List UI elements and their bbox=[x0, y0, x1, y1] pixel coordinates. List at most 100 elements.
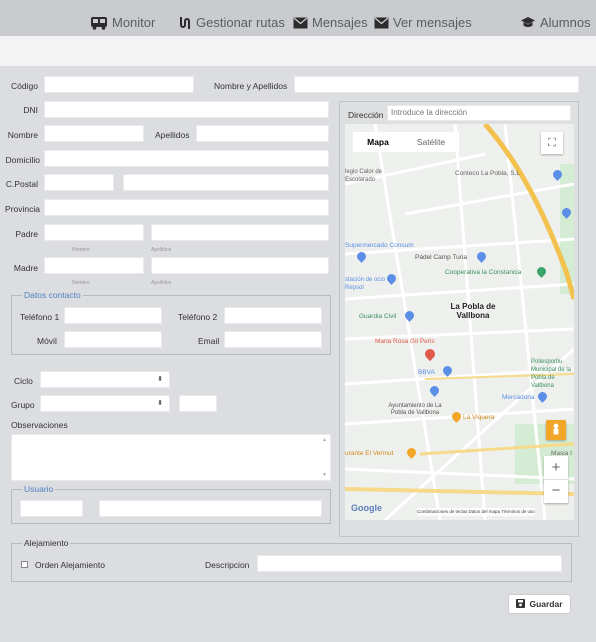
header-band bbox=[0, 36, 596, 66]
provincia-input[interactable] bbox=[44, 199, 329, 216]
place-urante: urante El Vermut bbox=[345, 450, 394, 457]
usuario-login-input[interactable] bbox=[20, 500, 83, 517]
telefono2-label: Teléfono 2 bbox=[178, 312, 218, 322]
domicilio-input[interactable] bbox=[44, 150, 329, 167]
orden-alejamiento-checkbox[interactable] bbox=[21, 561, 28, 568]
direccion-input[interactable]: Introduce la dirección bbox=[387, 105, 571, 121]
madre-nombre-input[interactable] bbox=[44, 257, 144, 274]
scroll-down-icon: ▼ bbox=[322, 472, 327, 478]
cpostal-label: C.Postal bbox=[5, 179, 38, 189]
nombre-apellidos-label: Nombre y Apellidos bbox=[214, 81, 288, 91]
cpostal-input[interactable] bbox=[44, 174, 114, 191]
ciclo-select[interactable]: ⬍ bbox=[40, 371, 170, 388]
fullscreen-icon[interactable]: ⛶ bbox=[541, 132, 563, 154]
place-padel: Pádel Camp Turia bbox=[415, 254, 468, 261]
nav-ver-mensajes-label: Ver mensajes bbox=[393, 15, 472, 30]
select-arrow-icon: ⬍ bbox=[157, 400, 163, 407]
map-tab-satelite[interactable]: Satélite bbox=[403, 132, 459, 152]
dni-input[interactable] bbox=[44, 101, 329, 118]
madre-apellidos-hint: Apellidos bbox=[151, 280, 172, 286]
codigo-label: Código bbox=[11, 81, 38, 91]
envelope-open-icon bbox=[374, 17, 389, 29]
observaciones-textarea[interactable]: ▲ ▼ bbox=[11, 434, 331, 481]
map-tab-mapa[interactable]: Mapa bbox=[353, 132, 403, 152]
nav-mensajes[interactable]: Mensajes bbox=[293, 15, 368, 30]
observaciones-label: Observaciones bbox=[11, 420, 68, 430]
place-guardia: Guardia Civil bbox=[359, 313, 397, 320]
select-arrow-icon: ⬍ bbox=[157, 376, 163, 383]
place-ayuntamiento: Ayuntamiento de La Pobla de Vallbona bbox=[388, 403, 442, 416]
movil-input[interactable] bbox=[64, 331, 162, 348]
nav-ver-mensajes[interactable]: Ver mensajes bbox=[374, 15, 472, 30]
padre-apellidos-input[interactable] bbox=[151, 224, 329, 241]
grupo-select[interactable]: ⬍ bbox=[40, 395, 170, 412]
orden-alejamiento-label: Orden Alejamiento bbox=[35, 560, 105, 570]
email-input[interactable] bbox=[224, 331, 322, 348]
top-navbar: Monitor Gestionar rutas Mensajes Ver men… bbox=[0, 0, 596, 36]
envelope-icon bbox=[293, 17, 308, 29]
provincia-label: Provincia bbox=[5, 204, 40, 214]
place-bbva: BBVA bbox=[418, 369, 435, 376]
scroll-up-icon: ▲ bbox=[322, 437, 327, 443]
place-maria-rosa: Maria Rosa Gil Peris bbox=[375, 338, 435, 345]
map-footer-links[interactable]: Combinaciones de teclas Datos del mapa T… bbox=[417, 508, 535, 516]
place-polideportivo: Poliesportiu Municipal de la Pobla de Va… bbox=[531, 359, 572, 389]
zoom-controls: + − bbox=[544, 456, 568, 503]
nav-mensajes-label: Mensajes bbox=[312, 15, 368, 30]
place-supermercado: Supermercado Consum bbox=[345, 242, 414, 249]
direccion-label: Dirección bbox=[348, 110, 384, 120]
padre-label: Padre bbox=[15, 229, 38, 239]
email-label: Email bbox=[198, 336, 220, 346]
zoom-out-icon[interactable]: − bbox=[544, 479, 568, 502]
nav-alumnos[interactable]: Alumnos bbox=[520, 15, 591, 30]
guardar-button[interactable]: Guardar bbox=[508, 594, 571, 614]
zoom-in-icon[interactable]: + bbox=[544, 456, 568, 479]
apellidos-label: Apellidos bbox=[155, 130, 190, 140]
nombre-label: Nombre bbox=[7, 130, 38, 140]
domicilio-label: Domicilio bbox=[5, 155, 40, 165]
datos-contacto-legend: Datos contacto bbox=[22, 290, 83, 300]
telefono2-input[interactable] bbox=[224, 307, 322, 324]
guardar-label: Guardar bbox=[529, 599, 563, 609]
descripcion-label: Descripcion bbox=[205, 560, 250, 570]
google-logo: Google bbox=[351, 503, 382, 513]
madre-nombre-hint: Nombre bbox=[72, 280, 90, 286]
codigo-input[interactable] bbox=[44, 76, 194, 93]
telefono1-label: Teléfono 1 bbox=[20, 312, 60, 322]
save-icon bbox=[516, 598, 526, 610]
padre-apellidos-hint: Apellidos bbox=[151, 247, 172, 253]
grupo-label: Grupo bbox=[11, 400, 35, 410]
direccion-placeholder: Introduce la dirección bbox=[391, 108, 468, 117]
usuario-password-input[interactable] bbox=[99, 500, 322, 517]
nombre-input[interactable] bbox=[44, 125, 144, 142]
place-mercadona: Mercadona bbox=[502, 394, 535, 401]
madre-apellidos-input[interactable] bbox=[151, 257, 329, 274]
alejamiento-legend: Alejamiento bbox=[22, 538, 71, 548]
usuario-legend: Usuario bbox=[22, 484, 56, 494]
nav-monitor[interactable]: Monitor bbox=[90, 15, 155, 30]
telefono1-input[interactable] bbox=[64, 307, 162, 324]
ciclo-label: Ciclo bbox=[14, 376, 33, 386]
place-cooperativa: Cooperativa la Constancia bbox=[445, 269, 522, 276]
street-view-pegman-icon[interactable] bbox=[546, 420, 566, 440]
nav-alumnos-label: Alumnos bbox=[540, 15, 591, 30]
place-la-viquera: La Viquera bbox=[463, 414, 495, 421]
map-canvas[interactable]: Mapa Satélite ⛶ legio Calor de Escolarad… bbox=[345, 124, 574, 520]
padre-nombre-hint: Nombre bbox=[72, 247, 90, 253]
localidad-input[interactable] bbox=[123, 174, 329, 191]
place-la-pobla: La Pobla de Vallbona bbox=[450, 302, 496, 320]
apellidos-input[interactable] bbox=[196, 125, 329, 142]
route-icon bbox=[178, 16, 192, 30]
place-colegio: legio Calor de Escolarado bbox=[345, 169, 383, 183]
madre-label: Madre bbox=[13, 263, 38, 273]
dni-label: DNI bbox=[23, 105, 38, 115]
nav-monitor-label: Monitor bbox=[112, 15, 156, 30]
grupo-extra-input[interactable] bbox=[179, 395, 217, 412]
nav-rutas-label: Gestionar rutas bbox=[196, 15, 285, 30]
place-estacion: stación de ocio Repsol bbox=[345, 277, 386, 291]
nombre-apellidos-input[interactable] bbox=[294, 76, 579, 93]
bus-icon bbox=[90, 16, 108, 30]
padre-nombre-input[interactable] bbox=[44, 224, 144, 241]
nav-gestionar-rutas[interactable]: Gestionar rutas bbox=[178, 15, 285, 30]
descripcion-input[interactable] bbox=[257, 555, 562, 572]
